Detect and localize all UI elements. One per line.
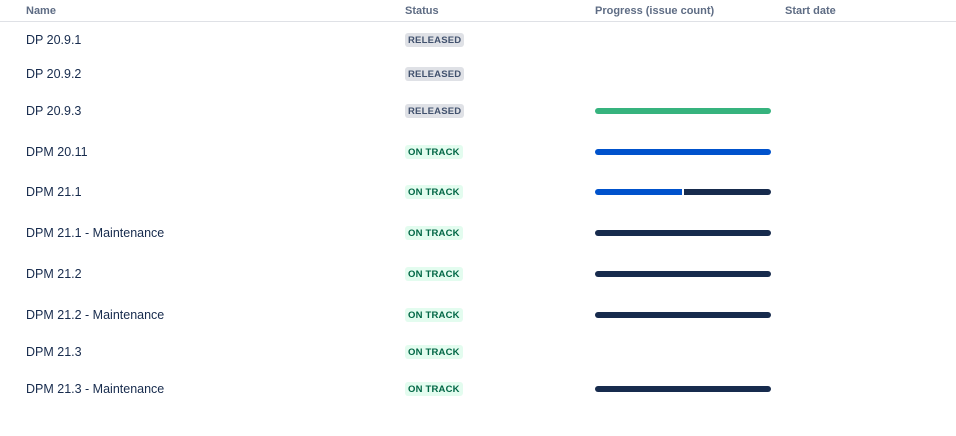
column-header-status[interactable]: Status — [405, 5, 439, 17]
table-row[interactable]: DPM 21.1 - Maintenance ON TRACK — [0, 226, 956, 240]
table-row[interactable]: DPM 21.1 ON TRACK — [0, 185, 956, 199]
table-row[interactable]: DPM 21.2 ON TRACK — [0, 267, 956, 281]
progress-segment-in-progress — [595, 189, 682, 195]
progress-bar[interactable] — [595, 108, 771, 114]
progress-segment-todo — [595, 386, 771, 392]
table-row[interactable]: DP 20.9.2 RELEASED — [0, 67, 956, 81]
progress-bar[interactable] — [595, 230, 771, 236]
version-name-link[interactable]: DP 20.9.3 — [26, 104, 81, 118]
status-badge: ON TRACK — [405, 185, 463, 199]
table-row[interactable]: DPM 21.3 ON TRACK — [0, 345, 956, 359]
version-name-link[interactable]: DPM 21.1 - Maintenance — [26, 226, 164, 240]
version-name-link[interactable]: DPM 20.11 — [26, 145, 88, 159]
version-name-link[interactable]: DPM 21.3 — [26, 345, 82, 359]
progress-segment-done — [595, 108, 771, 114]
version-name-link[interactable]: DPM 21.3 - Maintenance — [26, 382, 164, 396]
version-name-link[interactable]: DPM 21.1 — [26, 185, 82, 199]
progress-bar[interactable] — [595, 386, 771, 392]
table-row[interactable]: DPM 21.2 - Maintenance ON TRACK — [0, 308, 956, 322]
progress-segment-todo — [595, 271, 771, 277]
status-badge: ON TRACK — [405, 267, 463, 281]
version-name-link[interactable]: DPM 21.2 - Maintenance — [26, 308, 164, 322]
progress-bar[interactable] — [595, 271, 771, 277]
version-name-link[interactable]: DPM 21.2 — [26, 267, 82, 281]
progress-segment-in-progress — [595, 149, 771, 155]
status-badge: RELEASED — [405, 67, 465, 81]
progress-bar[interactable] — [595, 149, 771, 155]
progress-segment-todo — [684, 189, 771, 195]
status-badge: ON TRACK — [405, 345, 463, 359]
table-row[interactable]: DPM 21.3 - Maintenance ON TRACK — [0, 382, 956, 396]
table-row[interactable]: DPM 20.11 ON TRACK — [0, 145, 956, 159]
status-badge: ON TRACK — [405, 226, 463, 240]
progress-segment-todo — [595, 230, 771, 236]
table-row[interactable]: DP 20.9.1 RELEASED — [0, 33, 956, 47]
status-badge: ON TRACK — [405, 145, 463, 159]
column-header-name[interactable]: Name — [26, 5, 56, 17]
progress-bar[interactable] — [595, 189, 771, 195]
status-badge: ON TRACK — [405, 308, 463, 322]
progress-bar[interactable] — [595, 312, 771, 318]
status-badge: RELEASED — [405, 104, 465, 118]
status-badge: ON TRACK — [405, 382, 463, 396]
progress-segment-todo — [595, 312, 771, 318]
status-badge: RELEASED — [405, 33, 465, 47]
table-row[interactable]: DP 20.9.3 RELEASED — [0, 104, 956, 118]
column-header-progress[interactable]: Progress (issue count) — [595, 5, 714, 17]
column-header-start-date[interactable]: Start date — [785, 5, 836, 17]
version-name-link[interactable]: DP 20.9.2 — [26, 67, 81, 81]
version-name-link[interactable]: DP 20.9.1 — [26, 33, 81, 47]
table-header: Name Status Progress (issue count) Start… — [0, 0, 956, 22]
